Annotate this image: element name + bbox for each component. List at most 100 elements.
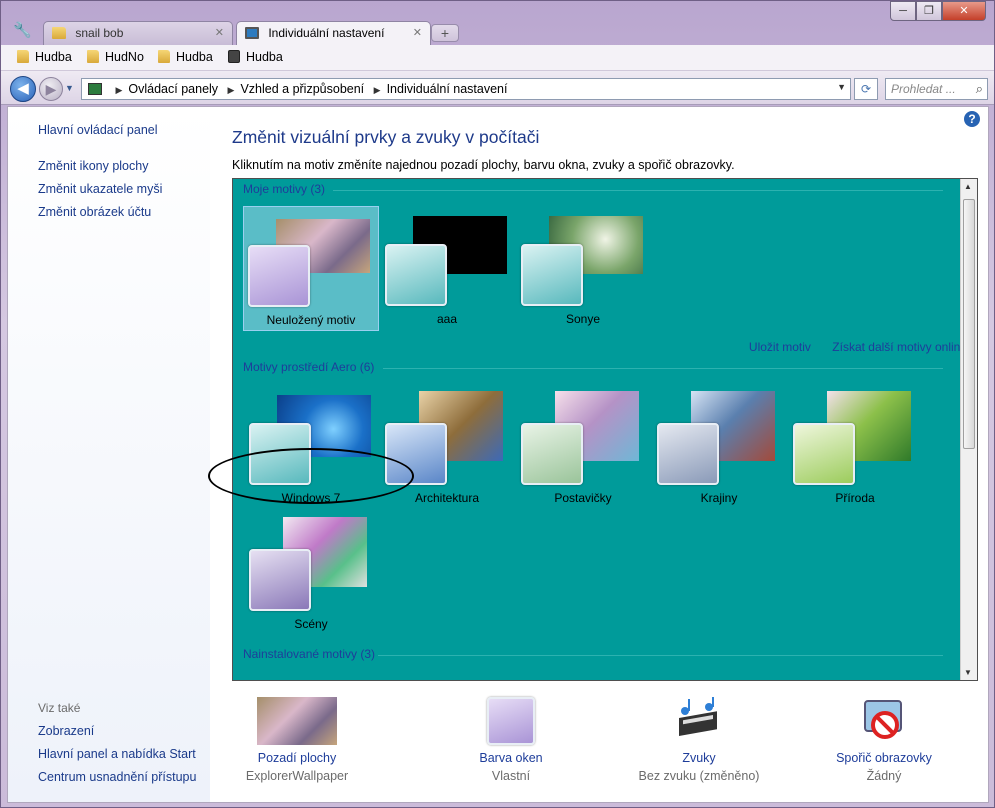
window-color-swatch: [521, 244, 583, 306]
theme-list: Moje motivy (3) Neuložený motiv aaa Sony…: [232, 178, 978, 681]
sidebar-link-home[interactable]: Hlavní ovládací panel: [38, 123, 158, 137]
bookmark-item[interactable]: Hudba: [228, 50, 283, 64]
see-also-ease-of-access[interactable]: Centrum usnadnění přístupu: [38, 770, 196, 784]
tab-individualni-nastaveni[interactable]: Individuální nastavení ✕: [236, 21, 431, 46]
group-divider: [378, 655, 943, 656]
bottom-item-value: Vlastní: [491, 769, 531, 783]
tab-snail-bob[interactable]: snail bob ✕: [43, 21, 233, 45]
window-color-swatch: [385, 244, 447, 306]
browser-window: 🔧 snail bob ✕ Individuální nastavení ✕ +…: [0, 0, 995, 808]
folder-icon: [17, 50, 29, 63]
theme-item[interactable]: aaa: [379, 206, 515, 331]
bookmarks-bar: Hudba HudNo Hudba Hudba: [1, 45, 994, 71]
maximize-button[interactable]: ❐: [916, 1, 942, 21]
theme-item[interactable]: Neuložený motiv: [243, 206, 379, 331]
group-divider: [383, 368, 943, 369]
close-button[interactable]: ✕: [942, 1, 986, 21]
bookmark-item[interactable]: Hudba: [158, 50, 213, 64]
bookmark-item[interactable]: HudNo: [87, 50, 144, 64]
chevron-down-icon[interactable]: ▼: [837, 82, 846, 92]
page-title: Změnit vizuální prvky a zvuky v počítači: [232, 127, 540, 147]
group-installed-themes[interactable]: Nainstalované motivy (3): [243, 647, 375, 661]
bookmark-label: Hudba: [246, 50, 283, 64]
content-area: Hlavní ovládací panel Změnit ikony ploch…: [7, 106, 989, 803]
search-icon[interactable]: ⌕: [976, 81, 983, 97]
close-tab-icon[interactable]: ✕: [215, 26, 224, 39]
tab-label: snail bob: [75, 26, 124, 40]
bottom-item-value: ExplorerWallpaper: [245, 769, 349, 783]
see-also-heading: Viz také: [38, 701, 81, 715]
speaker-icon: [228, 50, 240, 63]
theme-label: Architektura: [414, 491, 480, 505]
theme-label: Příroda: [835, 491, 875, 505]
recent-pages-dropdown[interactable]: ▼: [65, 83, 77, 95]
theme-item[interactable]: Architektura: [379, 385, 515, 510]
window-color-swatch: [793, 423, 855, 485]
window-color-swatch: [657, 423, 719, 485]
sounds-setting[interactable]: Zvuky Bez zvuku (změněno): [614, 697, 784, 783]
group-divider: [333, 190, 943, 191]
theme-item[interactable]: Krajiny: [651, 385, 787, 510]
group-my-themes[interactable]: Moje motivy (3): [243, 182, 325, 196]
close-tab-icon[interactable]: ✕: [413, 26, 422, 39]
bookmark-label: Hudba: [35, 50, 72, 64]
bookmark-label: HudNo: [105, 50, 144, 64]
bottom-item-label: Pozadí plochy: [257, 751, 337, 765]
breadcrumb-item[interactable]: Vzhled a přizpůsobení: [240, 82, 364, 96]
bookmark-item[interactable]: Hudba: [17, 50, 72, 64]
address-field[interactable]: ▶ Ovládací panely ▶ Vzhled a přizpůsobení …: [81, 78, 851, 100]
tab-label: Individuální nastavení: [268, 26, 385, 40]
see-also-display[interactable]: Zobrazení: [38, 724, 94, 738]
scroll-up-icon[interactable]: ▲: [964, 182, 972, 191]
tab-strip: 🔧 snail bob ✕ Individuální nastavení ✕ +…: [1, 1, 994, 46]
sidebar-link-mouse-pointers[interactable]: Změnit ukazatele myši: [38, 182, 162, 196]
theme-label: Sonye: [565, 312, 601, 326]
folder-icon: [87, 50, 99, 63]
get-more-themes-link[interactable]: Získat další motivy online: [832, 340, 967, 354]
no-screensaver-icon: [859, 697, 909, 745]
desktop-background-setting[interactable]: Pozadí plochy ExplorerWallpaper: [212, 697, 382, 783]
theme-item[interactable]: Příroda: [787, 385, 923, 510]
music-notes-icon: [673, 697, 725, 745]
folder-icon: [52, 27, 66, 39]
theme-label: aaa: [436, 312, 458, 326]
save-theme-link[interactable]: Uložit motiv: [749, 340, 811, 354]
theme-actions: Uložit motiv Získat další motivy online: [731, 340, 967, 354]
sidebar: Hlavní ovládací panel Změnit ikony ploch…: [8, 107, 210, 802]
help-icon[interactable]: ?: [964, 111, 980, 127]
search-placeholder: Prohledat ...: [891, 82, 956, 96]
bottom-item-label: Barva oken: [479, 751, 543, 765]
window-color-swatch: [248, 245, 310, 307]
scrollbar-thumb[interactable]: [963, 199, 975, 449]
window-controls: ─ ❐ ✕: [890, 1, 986, 21]
theme-label: Krajiny: [700, 491, 738, 505]
theme-item[interactable]: Sonye: [515, 206, 651, 331]
address-toolbar: ◀ ▶ ▼ ▶ Ovládací panely ▶ Vzhled a přizpůs…: [1, 71, 994, 105]
search-input[interactable]: Prohledat ... ⌕: [885, 78, 988, 100]
theme-list-scrollbar[interactable]: ▲ ▼: [960, 179, 977, 680]
minimize-button[interactable]: ─: [890, 1, 916, 21]
folder-icon: [158, 50, 170, 63]
sidebar-link-desktop-icons[interactable]: Změnit ikony plochy: [38, 159, 148, 173]
forward-arrow-icon[interactable]: ▶: [39, 77, 63, 101]
sidebar-link-account-picture[interactable]: Změnit obrázek účtu: [38, 205, 151, 219]
theme-item[interactable]: Postavičky: [515, 385, 651, 510]
theme-item[interactable]: Scény: [243, 511, 379, 636]
wrench-icon[interactable]: 🔧: [13, 23, 32, 39]
bottom-item-label: Spořič obrazovky: [836, 751, 932, 765]
scroll-down-icon[interactable]: ▼: [964, 668, 972, 677]
new-tab-button[interactable]: +: [431, 24, 459, 42]
breadcrumb-item[interactable]: Individuální nastavení: [387, 82, 508, 96]
wallpaper-thumbnail: [257, 697, 337, 745]
bottom-item-label: Zvuky: [682, 751, 716, 765]
see-also-taskbar[interactable]: Hlavní panel a nabídka Start: [38, 747, 196, 761]
breadcrumb-item[interactable]: Ovládací panely: [128, 82, 218, 96]
screen-saver-setting[interactable]: Spořič obrazovky Žádný: [799, 697, 969, 783]
monitor-icon: [245, 27, 259, 39]
refresh-icon[interactable]: ⟳: [854, 78, 878, 100]
window-color-swatch: [487, 697, 535, 745]
group-aero-themes[interactable]: Motivy prostředí Aero (6): [243, 360, 374, 374]
window-color-setting[interactable]: Barva oken Vlastní: [426, 697, 596, 783]
hand-drawn-oval-annotation: [208, 448, 414, 504]
back-arrow-icon[interactable]: ◀: [10, 76, 36, 102]
